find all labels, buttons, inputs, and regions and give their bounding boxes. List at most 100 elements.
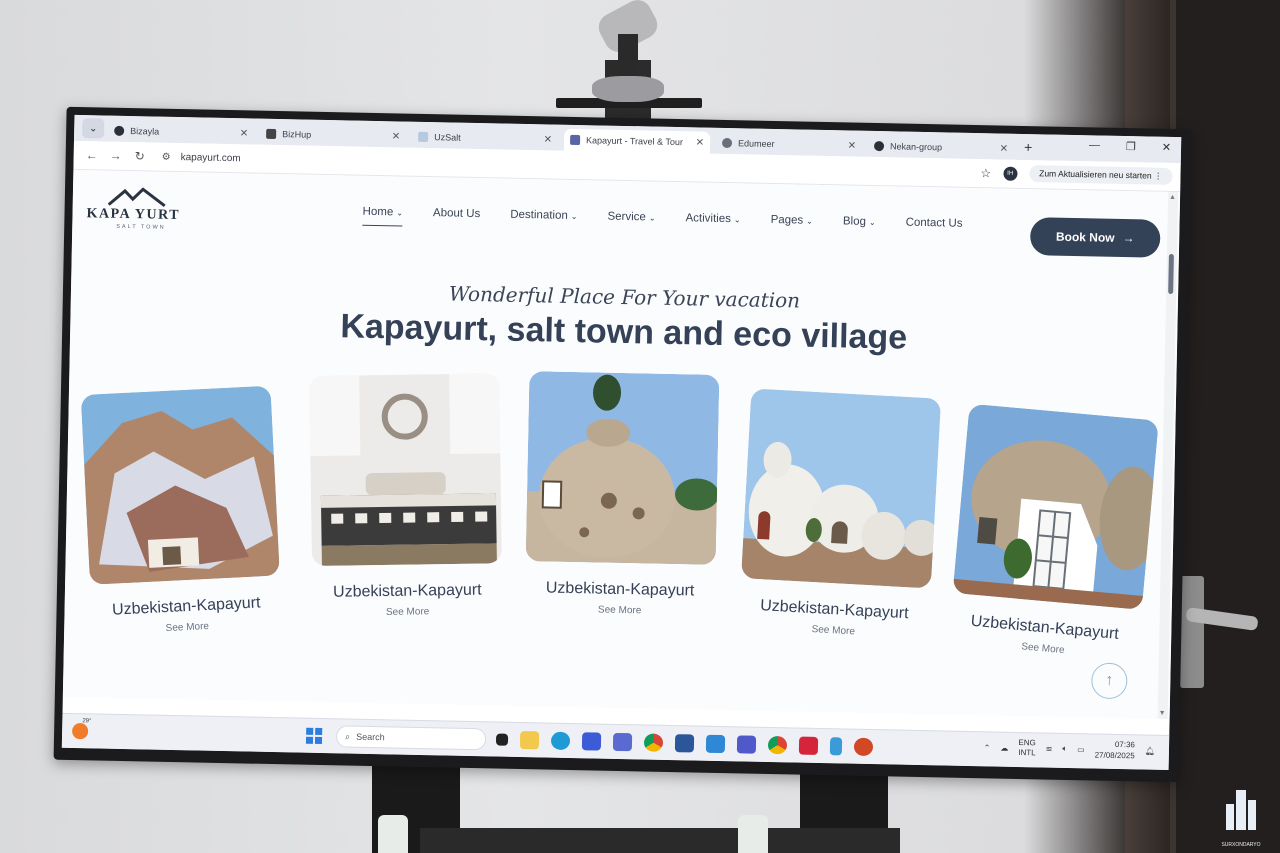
scroll-to-top-button[interactable]: ↑ <box>1090 662 1128 700</box>
cloud-icon[interactable]: ☁ <box>1000 743 1008 752</box>
nav-destination[interactable]: Destination ⌄ <box>510 209 577 222</box>
nav-service[interactable]: Service ⌄ <box>607 211 655 224</box>
book-now-button[interactable]: Book Now → <box>1029 217 1161 258</box>
close-icon[interactable]: ✕ <box>696 137 705 148</box>
battery-icon[interactable]: ▭ <box>1077 745 1085 754</box>
language-indicator[interactable]: ENG INTL <box>1018 738 1036 758</box>
chevron-down-icon: ⌄ <box>733 215 741 225</box>
bizhup-icon <box>266 128 277 139</box>
edge-icon[interactable] <box>550 731 571 751</box>
close-icon[interactable]: ✕ <box>240 128 249 139</box>
nav-pages[interactable]: Pages ⌄ <box>771 214 814 227</box>
monitor: ⌄ Bizayla ✕ BizHup ✕ UzSalt ✕ Kapayurt -… <box>53 106 1192 783</box>
teams-icon[interactable] <box>736 735 757 754</box>
close-icon[interactable]: ✕ <box>1000 143 1009 154</box>
taskbar-search[interactable]: ⌕ Search <box>335 725 487 751</box>
site-info-icon[interactable]: ⚙ <box>162 151 171 162</box>
chrome-icon[interactable] <box>643 733 664 752</box>
pinned-apps <box>495 731 874 757</box>
profile-avatar[interactable]: IH <box>1003 166 1018 181</box>
tab-edumeer[interactable]: Edumeer ✕ <box>716 132 862 157</box>
photos-icon[interactable] <box>705 734 726 754</box>
nav-about-us[interactable]: About Us <box>433 207 481 220</box>
chevron-up-icon[interactable]: ⌃ <box>984 743 991 752</box>
scroll-down-icon[interactable]: ▼ <box>1159 710 1166 717</box>
chevron-down-icon: ⌄ <box>868 217 876 228</box>
main-nav: Home ⌄ About Us Destination ⌄ Service ⌄ Act… <box>362 206 962 230</box>
nekan-icon <box>873 140 885 152</box>
chat-icon[interactable] <box>612 732 633 752</box>
close-window-icon[interactable]: ✕ <box>1162 141 1171 154</box>
clock-date: 27/08/2025 <box>1094 750 1135 761</box>
new-tab-button[interactable]: + <box>1024 139 1033 155</box>
tab-bizhup[interactable]: BizHup ✕ <box>260 123 406 148</box>
scroll-up-icon[interactable]: ▲ <box>1169 194 1176 201</box>
maximize-icon[interactable]: ❐ <box>1126 140 1136 153</box>
nav-label: Service <box>607 210 646 224</box>
screen: ⌄ Bizayla ✕ BizHup ✕ UzSalt ✕ Kapayurt -… <box>61 114 1182 771</box>
tab-search-button[interactable]: ⌄ <box>82 118 105 139</box>
scrollbar-thumb[interactable] <box>1168 253 1174 295</box>
chevron-down-icon: ⌄ <box>396 208 404 218</box>
powerpoint-icon[interactable] <box>853 737 874 757</box>
tab-label: Edumeer <box>737 138 775 149</box>
see-more-link[interactable]: See More <box>92 617 282 637</box>
tab-label: BizHup <box>282 129 312 140</box>
chrome-profile-icon[interactable] <box>767 735 788 755</box>
file-explorer-icon[interactable] <box>519 731 540 750</box>
close-icon[interactable]: ✕ <box>544 134 553 145</box>
notepad-icon[interactable] <box>829 737 843 756</box>
destination-cards: Uzbekistan-Kapayurt See More Uzbekistan-… <box>80 370 1159 691</box>
destination-card[interactable]: Uzbekistan-Kapayurt See More <box>738 388 942 641</box>
minimize-icon[interactable]: — <box>1089 139 1100 152</box>
weather-icon[interactable] <box>71 723 89 740</box>
volume-icon[interactable]: 🔈︎ <box>1062 744 1067 754</box>
site-logo[interactable]: KAPA YURT SALT TOWN <box>86 184 197 236</box>
nav-label: Destination <box>510 208 568 222</box>
forward-icon[interactable]: → <box>104 149 128 163</box>
destination-card[interactable]: Uzbekistan-Kapayurt See More <box>525 371 720 618</box>
see-more-link[interactable]: See More <box>313 605 503 619</box>
destination-card[interactable]: Uzbekistan-Kapayurt See More <box>948 403 1159 663</box>
task-view-icon[interactable] <box>495 733 509 746</box>
nav-contact-us[interactable]: Contact Us <box>906 217 963 230</box>
nav-label: About Us <box>432 207 481 221</box>
reload-icon[interactable]: ↻ <box>128 149 152 163</box>
water-bottle <box>738 815 768 853</box>
tab-kapayurt[interactable]: Kapayurt - Travel & Tour ✕ <box>563 128 711 154</box>
url-text: kapayurt.com <box>180 151 241 164</box>
tab-uzsalt[interactable]: UzSalt ✕ <box>412 126 558 151</box>
table-edge <box>420 828 900 853</box>
word-icon[interactable] <box>674 734 695 753</box>
bookmark-star-icon[interactable]: ☆ <box>980 166 991 180</box>
nav-label: Activities <box>685 212 732 226</box>
url-field[interactable]: ⚙ kapayurt.com <box>162 151 241 164</box>
destination-card[interactable]: Uzbekistan-Kapayurt See More <box>309 373 503 619</box>
update-button[interactable]: Zum Aktualisieren neu starten ⋮ <box>1029 165 1173 185</box>
see-more-link[interactable]: See More <box>525 603 715 618</box>
tab-nekan-group[interactable]: Nekan-group ✕ <box>868 135 1014 160</box>
nav-blog[interactable]: Blog ⌄ <box>843 215 876 228</box>
nav-label: Blog <box>842 215 867 228</box>
close-icon[interactable]: ✕ <box>848 140 857 151</box>
close-icon[interactable]: ✕ <box>392 131 401 142</box>
anydesk-icon[interactable] <box>798 736 819 755</box>
nav-home[interactable]: Home ⌄ <box>362 206 403 219</box>
nav-activities[interactable]: Activities ⌄ <box>685 212 740 225</box>
chevron-down-icon: ⌄ <box>570 211 578 222</box>
tab-bizayla[interactable]: Bizayla ✕ <box>108 120 254 145</box>
destination-card[interactable]: Uzbekistan-Kapayurt See More <box>80 385 283 638</box>
wifi-icon[interactable]: ≋ <box>1046 744 1053 753</box>
clock[interactable]: 07:36 27/08/2025 <box>1095 739 1135 762</box>
tab-label: Nekan-group <box>889 141 943 153</box>
windows-start-icon[interactable] <box>305 727 323 745</box>
store-icon[interactable] <box>581 732 602 751</box>
page-scrollbar[interactable]: ▲ ▼ <box>1157 191 1179 719</box>
see-more-link[interactable]: See More <box>738 620 928 641</box>
back-icon[interactable]: ← <box>80 148 104 162</box>
language-code: ENG <box>1018 738 1036 748</box>
notification-bell-icon[interactable]: 🔔︎ <box>1145 746 1155 755</box>
dome-bedroom-photo <box>309 373 502 567</box>
door-handle <box>1180 576 1204 688</box>
nav-label: Pages <box>770 213 804 227</box>
